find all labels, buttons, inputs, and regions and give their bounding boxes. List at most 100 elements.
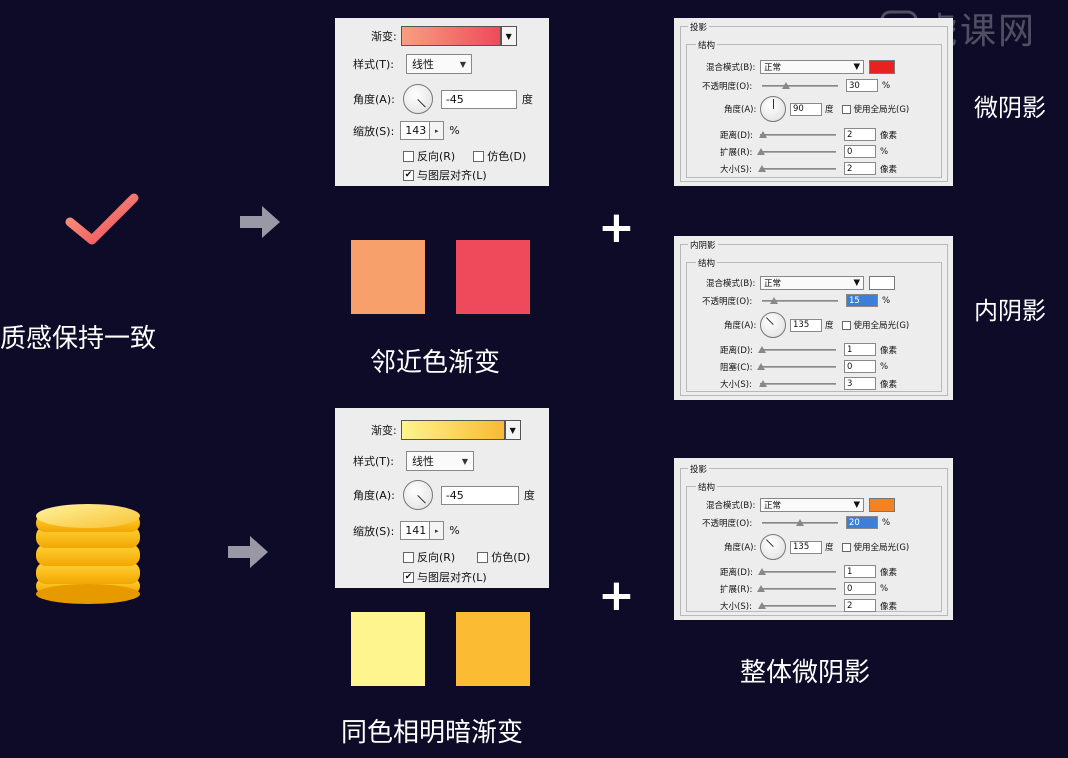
opacity-slider[interactable] xyxy=(762,81,838,90)
angle-dial[interactable] xyxy=(760,534,786,560)
chevron-down-icon: ▼ xyxy=(853,278,860,288)
size-input[interactable]: 2 xyxy=(844,162,876,175)
checkmark-icon xyxy=(65,193,139,245)
distance-slider[interactable] xyxy=(758,567,836,576)
angle-label: 角度(A): xyxy=(353,489,395,502)
shadow-color-swatch[interactable] xyxy=(869,276,895,290)
blend-mode-value: 正常 xyxy=(764,279,782,289)
distance-unit: 像素 xyxy=(880,130,898,141)
spread-slider[interactable] xyxy=(757,147,836,156)
opacity-label: 不透明度(O): xyxy=(702,518,753,529)
size-unit: 像素 xyxy=(880,379,898,390)
blend-mode-select[interactable]: 正常 ▼ xyxy=(760,276,864,290)
overall-micro-shadow-caption: 整体微阴影 xyxy=(740,658,871,688)
distance-slider[interactable] xyxy=(758,345,836,354)
gradient-settings-panel: 渐变: ▼ 样式(T): 线性 ▼ 角度(A): -45 度 缩放(S): 143… xyxy=(335,18,549,186)
effect-title: 投影 xyxy=(688,463,710,475)
size-slider[interactable] xyxy=(758,164,836,173)
effect-title: 内阴影 xyxy=(688,239,718,251)
blend-mode-label: 混合模式(B): xyxy=(706,501,756,511)
spread-input[interactable]: 0 xyxy=(844,145,876,158)
style-select[interactable]: 线性 ▼ xyxy=(406,451,475,471)
reverse-label: 反向(R) xyxy=(417,551,456,564)
opacity-input[interactable]: 30 xyxy=(846,79,878,92)
spread-label: 扩展(R): xyxy=(720,147,753,158)
dither-checkbox[interactable] xyxy=(473,150,485,162)
gradient-preview[interactable] xyxy=(400,26,501,46)
angle-unit: 度 xyxy=(523,489,535,502)
chevron-down-icon: ▼ xyxy=(853,500,860,510)
angle-label: 角度(A): xyxy=(724,321,757,331)
style-value: 线性 xyxy=(412,455,435,468)
align-checkbox[interactable]: ✔ xyxy=(403,571,414,583)
structure-title: 结构 xyxy=(696,257,718,269)
opacity-label: 不透明度(O): xyxy=(702,81,753,92)
arrow-right-icon xyxy=(228,536,268,568)
angle-dial[interactable] xyxy=(760,312,786,338)
same-hue-gradient-caption: 同色相明暗渐变 xyxy=(341,718,524,748)
style-select[interactable]: 线性 ▼ xyxy=(406,54,473,74)
choke-slider[interactable] xyxy=(757,362,836,371)
angle-input[interactable]: -45 xyxy=(440,89,517,109)
style-value: 线性 xyxy=(412,58,435,71)
distance-slider[interactable] xyxy=(759,130,836,139)
scale-input[interactable]: 141 xyxy=(400,521,431,540)
size-input[interactable]: 3 xyxy=(844,377,876,390)
gradient-label: 渐变: xyxy=(371,30,397,43)
size-slider[interactable] xyxy=(759,379,836,388)
distance-input[interactable]: 1 xyxy=(844,565,876,578)
dither-checkbox[interactable] xyxy=(477,551,489,563)
plus-symbol: + xyxy=(598,570,635,621)
reverse-checkbox[interactable] xyxy=(403,551,414,563)
angle-dial[interactable] xyxy=(402,480,433,510)
scale-unit: % xyxy=(449,124,460,137)
angle-input[interactable]: 135 xyxy=(790,318,822,332)
reverse-label: 反向(R) xyxy=(417,150,456,163)
size-unit: 像素 xyxy=(880,164,898,175)
opacity-input[interactable]: 15 xyxy=(846,294,878,307)
scale-input[interactable]: 143 xyxy=(400,121,431,140)
angle-dial[interactable] xyxy=(760,96,786,122)
gradient-preview[interactable] xyxy=(400,420,505,440)
angle-input[interactable]: -45 xyxy=(440,485,519,505)
blend-mode-label: 混合模式(B): xyxy=(706,63,756,73)
distance-input[interactable]: 2 xyxy=(844,128,876,141)
opacity-slider[interactable] xyxy=(762,518,838,527)
scale-stepper[interactable]: ▸ xyxy=(430,121,445,140)
opacity-input[interactable]: 20 xyxy=(846,516,878,529)
structure-title: 结构 xyxy=(696,39,718,51)
opacity-slider[interactable] xyxy=(762,296,838,305)
distance-input[interactable]: 1 xyxy=(844,343,876,356)
arrow-right-icon xyxy=(240,206,280,238)
choke-input[interactable]: 0 xyxy=(844,360,876,373)
drop-shadow-panel: 投影 结构 混合模式(B): 正常 ▼ 不透明度(O): 30 % 角度(A): … xyxy=(674,18,953,186)
spread-slider[interactable] xyxy=(757,584,836,593)
angle-dial[interactable] xyxy=(402,84,433,114)
reverse-checkbox[interactable] xyxy=(403,150,414,162)
angle-input[interactable]: 135 xyxy=(790,540,822,554)
scale-label: 缩放(S): xyxy=(353,124,395,138)
angle-input[interactable]: 90 xyxy=(790,102,822,116)
scale-label: 缩放(S): xyxy=(353,524,395,538)
size-unit: 像素 xyxy=(880,601,898,612)
inner-shadow-panel: 内阴影 结构 混合模式(B): 正常 ▼ 不透明度(O): 15 % 角度(A):… xyxy=(674,236,953,400)
blend-mode-select[interactable]: 正常 ▼ xyxy=(760,498,864,512)
align-checkbox[interactable]: ✔ xyxy=(403,169,414,181)
spread-input[interactable]: 0 xyxy=(844,582,876,595)
shadow-color-swatch[interactable] xyxy=(869,60,895,74)
global-light-checkbox[interactable] xyxy=(841,542,851,552)
distance-label: 距离(D): xyxy=(720,345,754,356)
chevron-down-icon[interactable]: ▼ xyxy=(500,26,517,46)
angle-unit: 度 xyxy=(521,93,533,106)
spread-label: 扩展(R): xyxy=(720,584,753,595)
size-input[interactable]: 2 xyxy=(844,599,876,612)
global-light-checkbox[interactable] xyxy=(841,320,851,330)
scale-stepper[interactable]: ▸ xyxy=(430,521,445,540)
spread-unit: % xyxy=(880,146,889,157)
size-slider[interactable] xyxy=(758,601,836,610)
chevron-down-icon[interactable]: ▼ xyxy=(504,420,521,440)
chevron-down-icon: ▼ xyxy=(461,456,469,466)
global-light-checkbox[interactable] xyxy=(841,104,851,114)
shadow-color-swatch[interactable] xyxy=(869,498,895,512)
blend-mode-select[interactable]: 正常 ▼ xyxy=(760,60,864,74)
